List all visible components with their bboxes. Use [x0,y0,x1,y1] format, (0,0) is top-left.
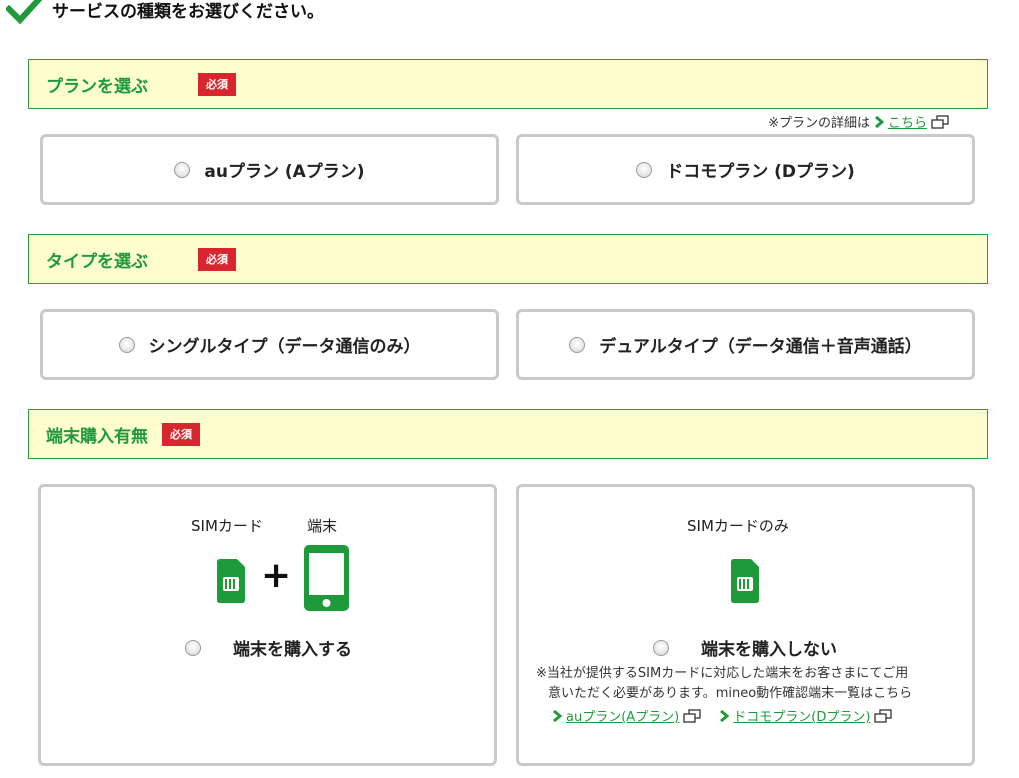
device-note-line1: ※当社が提供するSIMカードに対応した端末をお客さまにてご用 [536,666,909,681]
radio-device-no-buy[interactable] [653,639,669,656]
sim-card-icon [217,559,245,603]
compat-links: auプラン(Aプラン) ドコモプラン(Dプラン) [548,706,893,725]
radio-plan-au[interactable] [174,161,191,178]
plus-icon: + [261,555,292,596]
page-heading: サービスの種類をお選びください。 [6,0,324,24]
device-note: ※当社が提供するSIMカードに対応した端末をお客さまにてご用 意いただく必要があ… [536,664,956,704]
section-plan: プランを選ぶ 必須 [28,59,988,109]
type-option-dual-label: デュアルタイプ（データ通信＋音声通話） [599,337,922,357]
plan-detail-note: ※プランの詳細は こちら [768,112,949,131]
required-badge: 必須 [198,72,236,96]
device-note-line2: 意いただく必要があります。mineo動作確認端末一覧はこちら [548,686,913,701]
device-buy-radio-row[interactable]: 端末を購入する [185,635,352,660]
section-type: タイプを選ぶ 必須 [28,234,988,284]
section-title-type: タイプを選ぶ [46,251,148,272]
radio-device-buy[interactable] [185,639,201,656]
plan-option-docomo[interactable]: ドコモプラン (Dプラン) [516,134,975,205]
type-option-single-label: シングルタイプ（データ通信のみ） [148,337,421,357]
page-title: サービスの種類をお選びください。 [52,1,324,22]
device-no-buy-radio-row[interactable]: 端末を購入しない [653,635,837,660]
plan-detail-link[interactable]: こちら [888,112,927,131]
device-no-buy-label: 端末を購入しない [701,640,837,660]
new-window-icon [931,114,949,129]
chevron-right-icon [875,115,884,128]
required-badge: 必須 [198,247,236,271]
plan-option-docomo-label: ドコモプラン (Dプラン) [666,162,855,182]
chevron-right-icon [720,709,730,722]
device-label: 端末 [307,517,338,535]
checkmark-icon [6,0,43,24]
section-title-plan: プランを選ぶ [46,76,148,97]
section-title-device: 端末購入有無 [46,426,148,447]
plan-detail-prefix: ※プランの詳細は [768,116,870,131]
radio-plan-docomo[interactable] [636,161,653,178]
sim-card-icon [731,559,759,603]
device-option-buy[interactable]: SIMカード 端末 + 端末を購入する [38,484,497,766]
sim-card-label: SIMカード [191,517,263,535]
chevron-right-icon [553,709,562,722]
section-device: 端末購入有無 必須 [28,409,988,459]
new-window-icon [683,708,701,723]
required-badge: 必須 [162,422,200,446]
radio-type-single[interactable] [118,336,135,353]
plan-option-au[interactable]: auプラン (Aプラン) [40,134,499,205]
compat-link-docomo[interactable]: ドコモプラン(Dプラン) [733,706,870,725]
device-buy-label: 端末を購入する [233,640,352,660]
new-window-icon [874,708,893,723]
compat-link-au[interactable]: auプラン(Aプラン) [566,706,679,725]
plan-option-au-label: auプラン (Aプラン) [204,162,365,182]
type-option-single[interactable]: シングルタイプ（データ通信のみ） [40,309,499,380]
sim-only-label: SIMカードのみ [687,517,789,535]
radio-type-dual[interactable] [569,336,586,353]
smartphone-icon [304,545,349,611]
type-option-dual[interactable]: デュアルタイプ（データ通信＋音声通話） [516,309,975,380]
